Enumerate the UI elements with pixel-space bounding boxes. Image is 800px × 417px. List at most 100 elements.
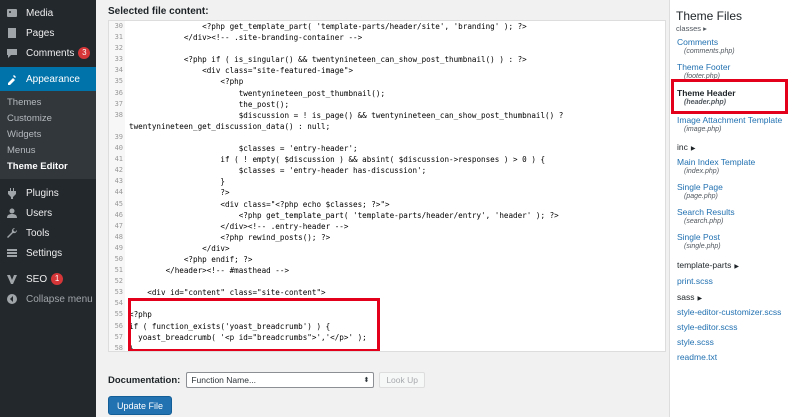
documentation-row: Documentation: Function Name... ⬍ Look U…	[108, 372, 425, 388]
folder-template-parts[interactable]: template-parts ▶	[677, 260, 739, 270]
code-line[interactable]: 54	[109, 298, 665, 310]
theme-files-title: Theme Files	[676, 9, 743, 23]
code-line[interactable]: 45 <div class="<?php echo $classes; ?>">	[109, 198, 665, 210]
file-single-post[interactable]: Single Post (single.php)	[677, 232, 721, 251]
code-line[interactable]: 53 <div id="content" class="site-content…	[109, 287, 665, 299]
code-line[interactable]: 41 if ( ! empty( $discussion ) && absint…	[109, 154, 665, 166]
code-line[interactable]: 30 <?php get_template_part( 'template-pa…	[109, 21, 665, 33]
file-print-scss[interactable]: print.scss	[677, 276, 713, 286]
submenu-customize[interactable]: Customize	[0, 111, 96, 127]
code-line[interactable]: 49 </div>	[109, 242, 665, 254]
folder-inc[interactable]: inc ▶	[677, 142, 696, 152]
code-line[interactable]: 37 the_post();	[109, 98, 665, 110]
line-code: <?php get_template_part( 'template-parts…	[129, 210, 559, 220]
look-up-button[interactable]: Look Up	[379, 372, 425, 388]
line-number: 52	[109, 276, 125, 288]
code-line[interactable]: 50 <?php endif; ?>	[109, 253, 665, 266]
file-label: Search Results	[677, 207, 735, 217]
comments-count-badge: 3	[78, 47, 91, 59]
code-line[interactable]: twentynineteen_get_discussion_data() : n…	[109, 120, 665, 132]
file-style-editor[interactable]: style-editor.scss	[677, 322, 737, 332]
select-arrows-icon: ⬍	[363, 377, 370, 384]
function-name-select[interactable]: Function Name... ⬍	[186, 372, 375, 388]
sidebar-item-label: Pages	[26, 27, 55, 39]
code-line[interactable]: 38 $discussion = ! is_page() && twentyni…	[109, 109, 665, 121]
folder-label: sass	[677, 292, 695, 302]
line-code: <?php	[129, 77, 244, 87]
file-label: Comments	[677, 37, 719, 47]
sidebar-item-users[interactable]: Users	[0, 203, 96, 223]
sidebar-item-media[interactable]: Media	[0, 3, 96, 23]
code-line[interactable]: 43 }	[109, 176, 665, 188]
sidebar-item-settings[interactable]: Settings	[0, 243, 96, 263]
file-style-scss[interactable]: style.scss	[677, 337, 714, 347]
file-image-attachment[interactable]: Image Attachment Template (image.php)	[677, 115, 782, 134]
code-line[interactable]: 52	[109, 276, 665, 288]
code-line[interactable]: 34 <div class="site-featured-image">	[109, 65, 665, 77]
file-name: (single.php)	[684, 243, 721, 250]
update-file-button[interactable]: Update File	[108, 396, 173, 415]
line-code: ?>	[129, 188, 230, 198]
code-line[interactable]: 56 if ( function_exists('yoast_breadcrumb…	[109, 320, 665, 332]
submenu-themes[interactable]: Themes	[0, 95, 96, 111]
folder-sass[interactable]: sass ▶	[677, 292, 702, 302]
code-line[interactable]: 32	[109, 43, 665, 55]
code-line[interactable]: 51 </header><!-- #masthead -->	[109, 265, 665, 277]
code-line[interactable]: 44 ?>	[109, 187, 665, 199]
file-main-index[interactable]: Main Index Template (index.php)	[677, 157, 755, 176]
sidebar-item-plugins[interactable]: Plugins	[0, 183, 96, 203]
theme-files-panel: Theme Files classes ▸ Comments (comments…	[669, 0, 800, 417]
code-line[interactable]: 40 $classes = 'entry-header';	[109, 143, 665, 155]
line-number: 36	[109, 87, 125, 99]
line-number: 53	[109, 287, 125, 299]
submenu-theme-editor[interactable]: Theme Editor	[0, 159, 96, 175]
submenu-widgets[interactable]: Widgets	[0, 127, 96, 143]
code-line[interactable]: 47 </div><!-- .entry-header -->	[109, 220, 665, 232]
sidebar-item-label: Appearance	[26, 73, 80, 85]
file-theme-footer[interactable]: Theme Footer (footer.php)	[677, 62, 730, 81]
collapse-menu-button[interactable]: Collapse menu	[0, 289, 96, 309]
submenu-menus[interactable]: Menus	[0, 143, 96, 159]
code-editor[interactable]: 30 <?php get_template_part( 'template-pa…	[108, 20, 666, 352]
line-code: <?php	[129, 310, 152, 320]
folder-label: inc	[677, 142, 688, 152]
code-line[interactable]: 48 <?php rewind_posts(); ?>	[109, 231, 665, 243]
code-line[interactable]: 36 twentynineteen_post_thumbnail();	[109, 87, 665, 99]
sidebar-item-comments[interactable]: Comments 3	[0, 43, 96, 63]
code-line[interactable]: 46 <?php get_template_part( 'template-pa…	[109, 209, 665, 221]
code-line[interactable]: 39	[109, 131, 665, 144]
line-number: 51	[109, 265, 125, 277]
line-code: }	[129, 343, 134, 352]
folder-label: template-parts	[677, 260, 732, 270]
code-line[interactable]: 35 <?php	[109, 76, 665, 88]
line-code: <?php rewind_posts(); ?>	[129, 232, 331, 242]
sidebar-item-tools[interactable]: Tools	[0, 223, 96, 243]
file-name: (index.php)	[684, 168, 720, 175]
file-comments[interactable]: Comments (comments.php)	[677, 37, 735, 56]
line-code: the_post();	[129, 99, 290, 109]
sidebar-item-pages[interactable]: Pages	[0, 23, 96, 43]
code-line[interactable]: 31 </div><!-- .site-branding-container -…	[109, 32, 665, 44]
sidebar-item-appearance[interactable]: Appearance	[0, 67, 96, 91]
file-readme[interactable]: readme.txt	[677, 352, 717, 362]
code-line[interactable]: 33 <?php if ( is_singular() && twentynin…	[109, 54, 665, 66]
file-style-editor-customizer[interactable]: style-editor-customizer.scss	[677, 307, 781, 317]
code-line[interactable]: 55 <?php	[109, 309, 665, 321]
sidebar-item-seo[interactable]: SEO 1	[0, 269, 96, 289]
file-theme-header[interactable]: Theme Header (header.php)	[677, 88, 736, 107]
line-code: </div>	[129, 243, 230, 253]
file-search-results[interactable]: Search Results (search.php)	[677, 207, 735, 226]
file-single-page[interactable]: Single Page (page.php)	[677, 182, 723, 201]
code-line[interactable]: 42 $classes = 'entry-header has-discussi…	[109, 165, 665, 177]
code-line[interactable]: 57 yoast_breadcrumb( '<p id="breadcrumbs…	[109, 331, 665, 343]
sidebar-item-label: Collapse menu	[26, 293, 93, 305]
comments-icon	[5, 46, 19, 60]
file-label: Main Index Template	[677, 157, 756, 167]
line-number: 50	[109, 253, 125, 266]
code-line[interactable]: 58}	[109, 342, 665, 352]
line-number: 44	[109, 187, 125, 199]
classes-folder-clipped[interactable]: classes ▸	[676, 24, 707, 33]
file-name: (image.php)	[684, 126, 722, 133]
line-number: 55	[109, 309, 125, 321]
sidebar-item-label: SEO	[26, 273, 48, 285]
